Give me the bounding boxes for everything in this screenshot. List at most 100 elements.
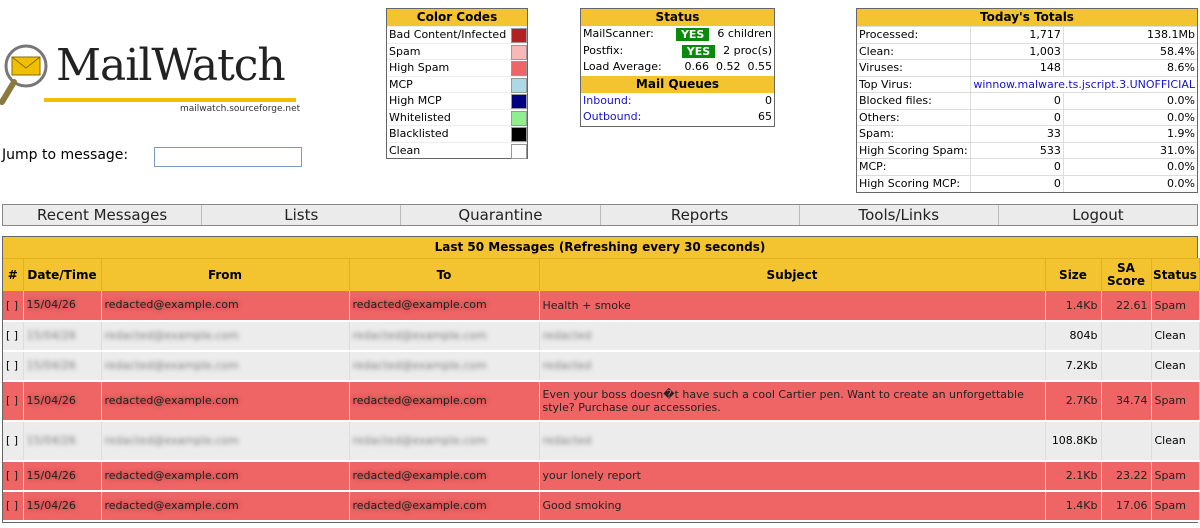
messages-table: # Date/Time From To Subject Size SA Score… [3,258,1200,522]
message-date: 15/04/26 [23,290,102,322]
message-date: 15/04/26 [23,320,102,352]
message-from: redacted@example.com [101,420,350,462]
totals-label: Processed: [857,26,971,43]
message-status: Clean [1151,420,1200,462]
color-code-row: Clean [387,141,527,159]
col-score[interactable]: SA Score [1101,258,1152,291]
message-status: Spam [1151,380,1200,422]
load-average-row: Load Average: 0.66 0.52 0.55 [581,59,774,76]
mailscanner-row: MailScanner: YES 6 children [581,26,774,43]
outbound-row[interactable]: Outbound: 65 [581,109,774,126]
message-row[interactable]: [ ] 15/04/26 redacted@example.com redacted@… [3,420,1200,462]
row-select-checkbox[interactable]: [ ] [3,490,24,522]
message-subject[interactable]: Health + smoke [539,290,1046,322]
totals-value: 1.9% [1062,125,1197,142]
totals-value: 8.6% [1062,59,1197,76]
color-code-row: Spam [387,42,527,60]
message-date: 15/04/26 [23,420,102,462]
message-score [1101,350,1152,382]
main-menu: Recent Messages Lists Quarantine Reports Too… [2,204,1198,226]
message-from: redacted@example.com [101,350,350,382]
color-swatch [511,61,527,76]
totals-label: Spam: [857,125,971,142]
totals-count: 1,003 [969,42,1064,60]
message-score [1101,420,1152,462]
color-code-label: High MCP [389,94,442,107]
menu-item-logout[interactable]: Logout [999,205,1197,225]
col-date[interactable]: Date/Time [23,258,102,291]
menu-item-quarantine[interactable]: Quarantine [401,205,601,225]
totals-count: 0 [969,174,1064,192]
row-select-checkbox[interactable]: [ ] [3,420,24,462]
message-row[interactable]: [ ] 15/04/26 redacted@example.com redacted@… [3,380,1200,422]
color-swatch [511,110,527,126]
message-row[interactable]: [ ] 15/04/26 redacted@example.com redacted@… [3,490,1200,522]
row-select-checkbox[interactable]: [ ] [3,460,24,492]
col-status[interactable]: Status [1151,258,1200,291]
totals-count: 0 [969,92,1064,109]
inbound-count: 0 [765,93,772,107]
menu-item-recent-messages[interactable]: Recent Messages [3,205,203,225]
mailscanner-label: MailScanner: [583,27,654,40]
message-score: 34.74 [1101,380,1152,422]
jump-to-message-input[interactable] [154,147,302,167]
message-subject[interactable]: redacted [539,350,1046,382]
totals-label: MCP: [857,158,971,175]
message-status: Clean [1151,320,1200,352]
totals-row: MCP: 0 0.0% [857,158,1197,175]
message-to: redacted@example.com [349,460,540,492]
col-to[interactable]: To [349,258,540,291]
inbound-link[interactable]: Inbound: [583,93,765,110]
totals-row: Blocked files: 0 0.0% [857,92,1197,109]
col-size[interactable]: Size [1045,258,1102,291]
message-row[interactable]: [ ] 15/04/26 redacted@example.com redacted@… [3,460,1200,492]
message-subject[interactable]: redacted [539,420,1046,462]
row-select-checkbox[interactable]: [ ] [3,350,24,382]
message-row[interactable]: [ ] 15/04/26 redacted@example.com redacted@… [3,350,1200,382]
menu-item-reports[interactable]: Reports [601,205,800,225]
message-subject[interactable]: Even your boss doesn�t have such a cool … [539,380,1046,422]
magnifier-envelope-icon [0,44,48,105]
totals-value: 138.1Mb [1062,26,1197,43]
outbound-link[interactable]: Outbound: [583,109,758,126]
row-select-checkbox[interactable]: [ ] [3,380,24,422]
row-select-checkbox[interactable]: [ ] [3,290,24,322]
menu-item-tools-links[interactable]: Tools/Links [800,205,999,225]
message-subject[interactable]: redacted [539,320,1046,352]
color-codes-title: Color Codes [387,9,527,26]
message-subject[interactable]: Good smoking [539,490,1046,522]
totals-label: Others: [857,108,971,126]
message-to: redacted@example.com [349,320,540,352]
totals-value: 31.0% [1062,141,1197,159]
message-to: redacted@example.com [349,290,540,322]
message-from: redacted@example.com [101,380,350,422]
message-row[interactable]: [ ] 15/04/26 redacted@example.com redacted@… [3,290,1200,322]
message-to: redacted@example.com [349,420,540,462]
totals-row: Others: 0 0.0% [857,108,1197,126]
message-size: 108.8Kb [1045,420,1102,462]
menu-item-lists[interactable]: Lists [202,205,402,225]
message-date: 15/04/26 [23,460,102,492]
totals-label: Top Virus: [857,75,971,93]
message-row[interactable]: [ ] 15/04/26 redacted@example.com redacted@… [3,320,1200,352]
postfix-label: Postfix: [583,43,624,57]
message-from: redacted@example.com [101,490,350,522]
row-select-checkbox[interactable]: [ ] [3,320,24,352]
top-virus-link[interactable]: winnow.malware.ts.jscript.3.UNOFFICIAL [969,75,1197,93]
message-subject[interactable]: your lonely report [539,460,1046,492]
postfix-info: 2 proc(s) [723,43,772,57]
message-from: redacted@example.com [101,320,350,352]
totals-value: 0.0% [1062,92,1197,109]
totals-row: Processed: 1,717 138.1Mb [857,26,1197,43]
postfix-status-badge: YES [681,44,716,58]
messages-title: Last 50 Messages (Refreshing every 30 se… [3,237,1197,258]
col-score-line2: Score [1106,273,1146,288]
color-code-row: High MCP [387,92,527,109]
col-subject[interactable]: Subject [539,258,1046,291]
col-from[interactable]: From [101,258,350,291]
totals-label: Blocked files: [857,92,971,109]
totals-count: 1,717 [969,26,1064,43]
totals-count: 33 [969,125,1064,142]
color-swatch [511,94,527,109]
inbound-row[interactable]: Inbound: 0 [581,93,774,110]
